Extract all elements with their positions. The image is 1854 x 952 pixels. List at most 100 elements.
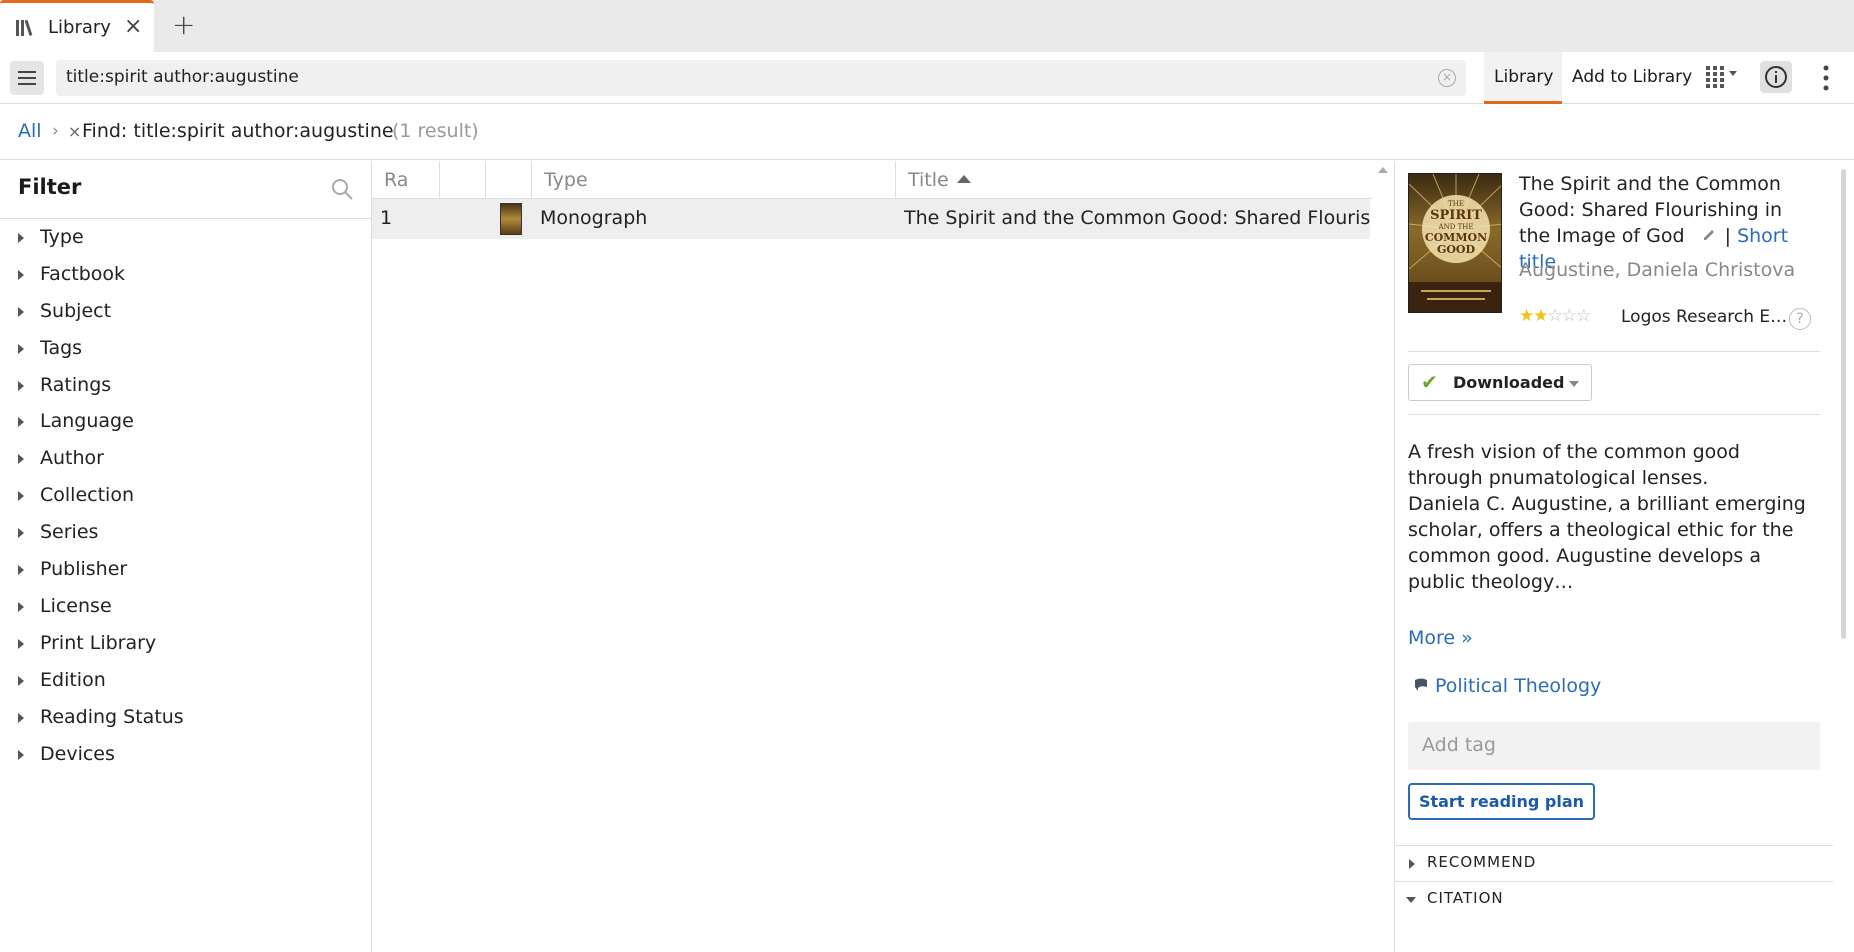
scroll-up-icon[interactable] (1378, 167, 1388, 173)
result-count: (1 result) (392, 120, 479, 142)
search-input[interactable]: title:spirit author:augustine × (56, 60, 1466, 96)
filter-item-edition[interactable]: Edition (0, 666, 372, 702)
info-icon[interactable] (1760, 61, 1792, 93)
filter-item-label: Publisher (40, 558, 128, 580)
section-label: CITATION (1427, 889, 1504, 907)
expand-icon (18, 713, 24, 723)
star-empty-icon[interactable]: ☆ (1576, 306, 1591, 326)
star-empty-icon[interactable]: ☆ (1562, 306, 1577, 326)
table-row[interactable]: 1 Monograph The Spirit and the Common Go… (372, 199, 1370, 239)
filter-item-tags[interactable]: Tags (0, 334, 372, 370)
breadcrumb: All › × Find: title:spirit author:august… (0, 104, 1854, 160)
star-empty-icon[interactable]: ☆ (1548, 306, 1563, 326)
close-icon[interactable]: × (124, 14, 142, 39)
book-description: A fresh vision of the common good throug… (1408, 439, 1818, 595)
filter-item-ratings[interactable]: Ratings (0, 371, 372, 407)
filter-item-label: Devices (40, 743, 115, 765)
download-status-button[interactable]: ✔ Downloaded (1408, 364, 1592, 401)
expand-icon (1409, 859, 1415, 869)
filter-item-collection[interactable]: Collection (0, 481, 372, 517)
cell-type: Monograph (540, 207, 648, 229)
filter-panel: Filter Type Factbook Subject Tags Rating… (0, 161, 372, 952)
expand-icon (18, 565, 24, 575)
column-title-label: Title (908, 169, 949, 191)
grid-view-icon[interactable] (1706, 66, 1748, 88)
book-cover[interactable]: THE SPIRIT AND THE COMMON GOOD (1408, 173, 1502, 313)
cell-title: The Spirit and the Common Good: Shared F… (904, 207, 1370, 229)
expand-icon (18, 307, 24, 317)
library-button-label: Library (1494, 67, 1554, 87)
expand-icon (18, 381, 24, 391)
breadcrumb-separator: › (52, 121, 59, 141)
filter-item-label: Collection (40, 484, 134, 506)
library-icon (16, 19, 33, 36)
expand-icon (18, 344, 24, 354)
expand-icon (18, 676, 24, 686)
filter-item-license[interactable]: License (0, 592, 372, 628)
more-link[interactable]: More » (1408, 627, 1473, 649)
column-type[interactable]: Type (532, 161, 896, 199)
breadcrumb-all-link[interactable]: All (18, 120, 42, 142)
edit-icon[interactable] (1701, 227, 1719, 243)
filter-item-reading-status[interactable]: Reading Status (0, 703, 372, 739)
filter-item-publisher[interactable]: Publisher (0, 555, 372, 591)
expand-icon (18, 750, 24, 760)
filter-item-devices[interactable]: Devices (0, 740, 372, 776)
star-filled-icon[interactable]: ★ (1533, 306, 1548, 326)
star-filled-icon[interactable]: ★ (1519, 306, 1534, 326)
toolbar: title:spirit author:augustine × Library … (0, 52, 1854, 104)
cover-line-1: THE (1448, 200, 1464, 208)
reading-plan-label: Start reading plan (1418, 792, 1585, 811)
section-citation[interactable]: CITATION (1395, 881, 1833, 917)
filter-item-subject[interactable]: Subject (0, 297, 372, 333)
section-recommend[interactable]: RECOMMEND (1395, 845, 1833, 881)
description-paragraph-1: A fresh vision of the common good throug… (1408, 441, 1740, 489)
section-label: RECOMMEND (1427, 853, 1537, 871)
filter-item-factbook[interactable]: Factbook (0, 260, 372, 296)
clear-icon[interactable]: × (1438, 69, 1456, 87)
column-title[interactable]: Title (896, 161, 1372, 199)
add-tag-input[interactable]: Add tag (1408, 722, 1820, 770)
search-input-value: title:spirit author:augustine (66, 67, 299, 87)
start-reading-plan-button[interactable]: Start reading plan (1408, 783, 1595, 820)
table-header: Ra Type Title (372, 161, 1372, 199)
collapse-icon (1406, 897, 1416, 903)
rating-stars[interactable]: ★★☆☆☆ (1519, 306, 1591, 326)
expand-icon (18, 528, 24, 538)
filter-item-language[interactable]: Language (0, 407, 372, 443)
cover-line-3: AND THE (1438, 223, 1474, 231)
add-to-library-button[interactable]: Add to Library (1572, 67, 1692, 87)
tab-library[interactable]: Library × (0, 0, 154, 52)
filter-item-label: Language (40, 410, 134, 432)
detail-panel: THE SPIRIT AND THE COMMON GOOD The Spiri… (1394, 161, 1854, 952)
tab-label: Library (48, 17, 111, 38)
search-icon[interactable] (330, 177, 354, 201)
more-vertical-icon[interactable] (1820, 64, 1832, 92)
scrollbar[interactable] (1841, 169, 1846, 639)
column-cover[interactable] (486, 161, 532, 199)
filter-item-print-library[interactable]: Print Library (0, 629, 372, 665)
sort-ascending-icon[interactable] (956, 175, 971, 183)
help-icon[interactable]: ? (1789, 308, 1811, 330)
check-icon: ✔ (1421, 370, 1438, 394)
description-paragraph-2: Daniela C. Augustine, a brilliant emergi… (1408, 493, 1806, 593)
library-button[interactable]: Library (1484, 52, 1562, 104)
filter-item-label: Factbook (40, 263, 126, 285)
filter-item-label: Ratings (40, 374, 112, 396)
menu-icon[interactable] (10, 61, 44, 95)
filter-item-type[interactable]: Type (0, 223, 372, 259)
filter-item-author[interactable]: Author (0, 444, 372, 480)
remove-filter-icon[interactable]: × (68, 122, 81, 141)
plus-icon[interactable]: + (172, 8, 195, 41)
cover-line-2: SPIRIT (1430, 208, 1482, 223)
add-tag-placeholder: Add tag (1422, 734, 1496, 756)
download-status-label: Downloaded (1453, 373, 1565, 392)
filter-item-label: Reading Status (40, 706, 184, 728)
filter-item-series[interactable]: Series (0, 518, 372, 554)
column-rank[interactable]: Ra (372, 161, 440, 199)
expand-icon (18, 454, 24, 464)
cover-line-5: GOOD (1437, 243, 1476, 256)
column-blank-1[interactable] (440, 161, 486, 199)
results-table: Ra Type Title 1 Monograph The Spirit and… (372, 161, 1394, 952)
collection-link[interactable]: Political Theology (1435, 675, 1601, 697)
